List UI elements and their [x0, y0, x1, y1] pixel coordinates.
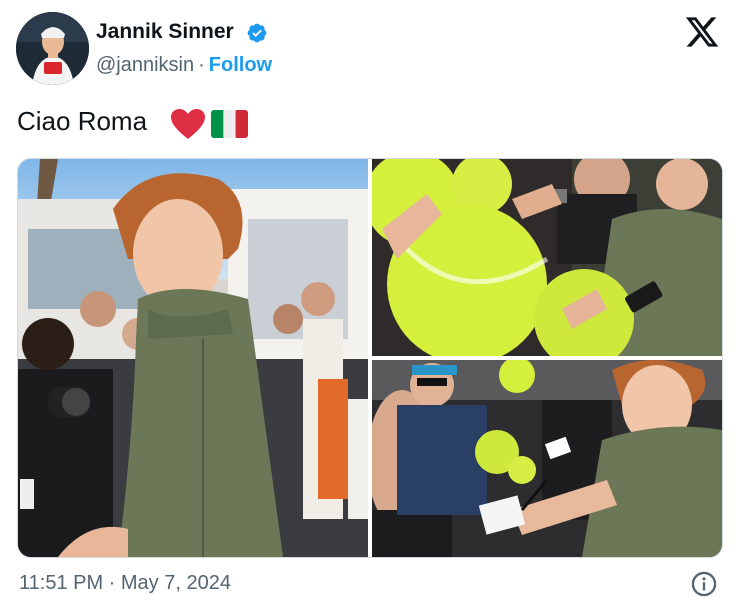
photo-1-image	[18, 159, 368, 557]
author-name[interactable]: Jannik Sinner	[96, 20, 234, 44]
photo-sinner-smiling[interactable]	[18, 159, 368, 557]
photo-3-image	[372, 360, 722, 557]
red-heart-emoji	[171, 109, 205, 139]
x-logo-icon[interactable]	[684, 14, 720, 50]
photo-2-image	[372, 159, 722, 356]
separator-dot: ·	[198, 54, 205, 76]
verified-badge-icon	[247, 23, 267, 43]
handle-row: @janniksin · Follow	[96, 54, 272, 77]
info-icon[interactable]	[690, 570, 718, 598]
media-grid	[17, 158, 723, 558]
timestamp[interactable]: 11:51 PM · May 7, 2024	[19, 572, 231, 595]
author-handle[interactable]: @janniksin	[96, 54, 194, 76]
italy-flag-emoji	[211, 110, 248, 138]
photo-signing-autographs[interactable]	[372, 360, 722, 557]
follow-button[interactable]: Follow	[209, 54, 272, 76]
photo-signing-balls[interactable]	[372, 159, 722, 356]
grid-divider-horizontal	[372, 356, 722, 360]
avatar-image	[16, 12, 89, 85]
avatar[interactable]	[16, 12, 89, 85]
tweet-text: Ciao Roma	[17, 106, 148, 136]
